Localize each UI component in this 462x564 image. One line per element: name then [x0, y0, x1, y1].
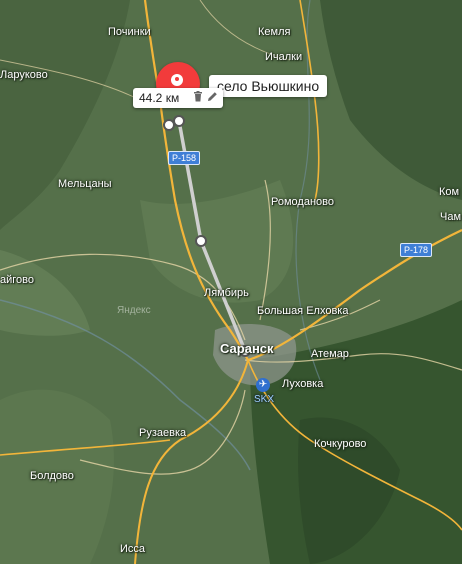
city-label: Саранск: [220, 341, 274, 356]
yandex-watermark: Яндекс: [117, 305, 151, 316]
place-label: Атемар: [311, 348, 349, 360]
road-shield: Р-158: [168, 151, 201, 165]
place-label: Ларуково: [0, 69, 48, 81]
place-label: Ичалки: [265, 51, 303, 63]
place-label: Ромоданово: [271, 196, 334, 208]
place-label: Луховка: [282, 378, 324, 390]
road-shield: Р-178: [400, 243, 433, 257]
airport-code: SKX: [254, 394, 275, 405]
place-label: Исса: [120, 543, 146, 555]
place-label: Лямбирь: [204, 287, 249, 299]
airplane-icon[interactable]: ✈: [256, 378, 270, 392]
place-label: Мельцаны: [58, 178, 112, 190]
route-point-2[interactable]: [195, 235, 207, 247]
route-point-1[interactable]: [173, 115, 185, 127]
route-point-start[interactable]: [163, 119, 175, 131]
place-label: Кочкурово: [314, 438, 367, 450]
trash-icon[interactable]: [191, 91, 205, 105]
place-label: айгово: [0, 274, 34, 286]
pencil-icon[interactable]: [205, 91, 219, 105]
place-label: Большая Елховка: [257, 305, 349, 317]
place-label: Починки: [108, 26, 151, 38]
place-label: Ком: [439, 186, 460, 198]
place-label: Чам: [440, 211, 462, 223]
place-label: Рузаевка: [139, 427, 187, 439]
destination-label[interactable]: село Вьюшкино: [209, 75, 328, 97]
place-label: Кемля: [258, 26, 291, 38]
distance-box: 44.2 км: [133, 88, 223, 108]
place-label: Болдово: [30, 470, 74, 482]
distance-value: 44.2 км: [139, 91, 180, 105]
